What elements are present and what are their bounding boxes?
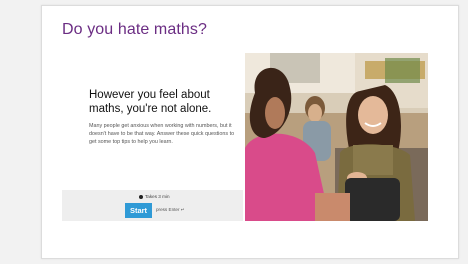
students-photo xyxy=(245,53,428,221)
intro-headline: However you feel about maths, you're not… xyxy=(89,89,212,115)
start-button[interactable]: Start xyxy=(125,203,152,218)
quiz-card: Do you hate maths? However you feel abou… xyxy=(41,5,459,259)
duration-label: Takes 3 min xyxy=(145,194,170,199)
clock-icon xyxy=(139,194,143,199)
intro-description: Many people get anxious when working wit… xyxy=(89,123,235,146)
page-title: Do you hate maths? xyxy=(62,21,207,38)
duration-indicator: Takes 3 min xyxy=(139,194,170,199)
press-enter-hint: press Enter ↵ xyxy=(156,207,185,212)
hero-photo xyxy=(245,53,428,221)
start-bar: Takes 3 min Start press Enter ↵ xyxy=(62,190,243,221)
